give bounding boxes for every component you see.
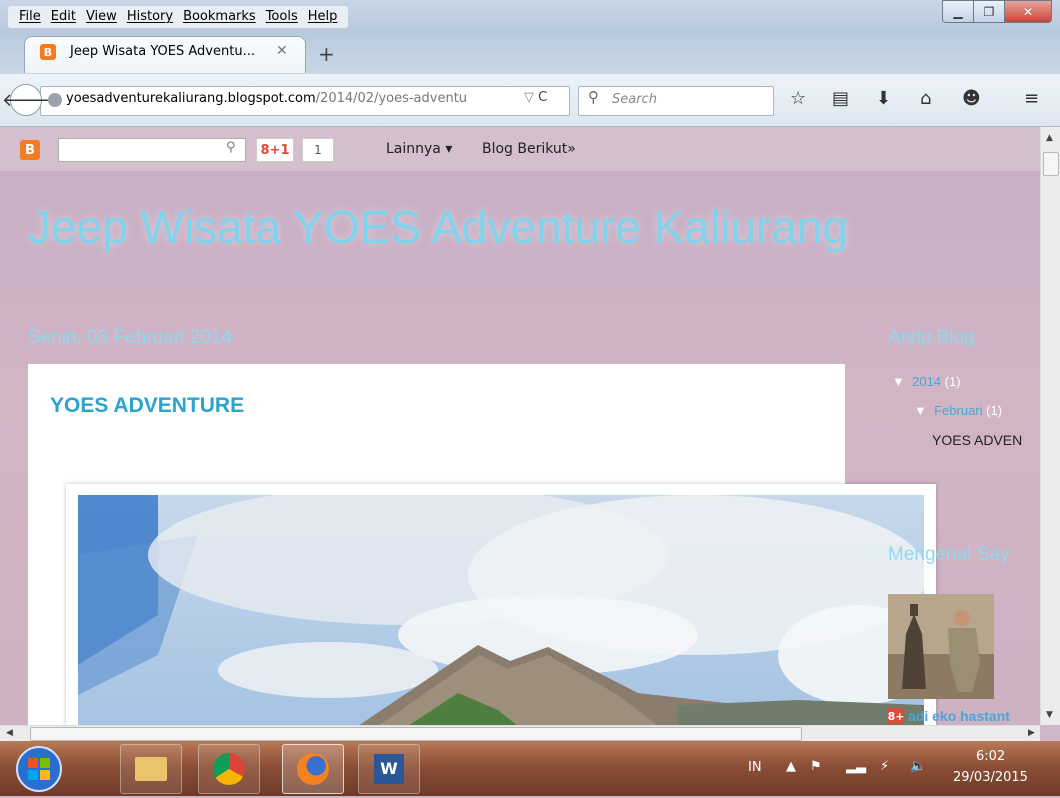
menu-file[interactable]: File bbox=[14, 6, 46, 28]
scroll-down-arrow-icon[interactable]: ▼ bbox=[1046, 710, 1053, 720]
close-window-button[interactable]: ✕ bbox=[1004, 0, 1052, 23]
next-blog-link[interactable]: Blog Berikut» bbox=[482, 141, 576, 157]
downloads-icon[interactable]: ⬇ bbox=[876, 88, 891, 109]
more-menu-link[interactable]: Lainnya ▾ bbox=[386, 141, 452, 157]
gplus-button[interactable]: 8+1 bbox=[256, 138, 294, 162]
blog-search-input[interactable] bbox=[58, 138, 246, 162]
new-tab-button[interactable]: + bbox=[318, 42, 335, 66]
profile-name-link[interactable]: adi eko hastant bbox=[888, 708, 1010, 724]
scroll-left-arrow-icon[interactable]: ◀ bbox=[6, 728, 13, 738]
maximize-button[interactable]: ❐ bbox=[973, 0, 1005, 23]
chat-icon[interactable]: ☻ bbox=[962, 88, 981, 109]
reading-list-icon[interactable]: ▤ bbox=[832, 88, 849, 109]
input-language[interactable]: IN bbox=[748, 760, 762, 775]
scroll-up-arrow-icon[interactable]: ▲ bbox=[1046, 133, 1053, 143]
profile-avatar[interactable] bbox=[888, 594, 994, 699]
taskbar-firefox[interactable] bbox=[282, 744, 344, 794]
action-center-flag-icon[interactable]: ⚑ bbox=[810, 759, 822, 774]
taskbar-chrome[interactable] bbox=[198, 744, 260, 794]
vertical-scroll-thumb[interactable] bbox=[1043, 152, 1059, 176]
mountain-photo[interactable] bbox=[78, 495, 924, 726]
menu-history[interactable]: History bbox=[122, 6, 178, 28]
blog-title[interactable]: Jeep Wisata YOES Adventure Kaliurang bbox=[28, 200, 848, 254]
show-hidden-icons-icon[interactable]: ▲ bbox=[786, 759, 796, 774]
menu-help[interactable]: Help bbox=[303, 6, 343, 28]
minimize-icon: ▁ bbox=[953, 4, 963, 19]
start-button[interactable] bbox=[8, 744, 70, 794]
chrome-icon bbox=[213, 753, 245, 785]
clock-date[interactable]: 29/03/2015 bbox=[953, 770, 1028, 785]
power-icon[interactable]: ⚡ bbox=[880, 759, 889, 774]
post-title[interactable]: YOES ADVENTURE bbox=[50, 394, 244, 418]
word-icon: W bbox=[374, 754, 404, 784]
gplus-profile-icon[interactable]: 8+ bbox=[888, 708, 904, 724]
search-icon: ⚲ bbox=[588, 88, 599, 106]
menu-bar: File Edit View History Bookmarks Tools H… bbox=[8, 6, 349, 28]
firefox-icon bbox=[297, 753, 329, 785]
menu-view[interactable]: View bbox=[81, 6, 122, 28]
post-date: Senin, 03 Februari 2014 bbox=[28, 327, 232, 348]
dropdown-arrow-icon[interactable]: ▽ bbox=[524, 90, 534, 105]
menu-edit[interactable]: Edit bbox=[46, 6, 81, 28]
menu-bookmarks[interactable]: Bookmarks bbox=[178, 6, 261, 28]
taskbar-explorer[interactable] bbox=[120, 744, 182, 794]
scroll-right-arrow-icon[interactable]: ▶ bbox=[1028, 728, 1035, 738]
bookmark-star-icon[interactable]: ☆ bbox=[790, 88, 806, 109]
tab-title: Jeep Wisata YOES Adventu... bbox=[70, 44, 255, 59]
volume-icon[interactable]: 🔈 bbox=[910, 759, 926, 774]
archive-heading: Arsip Blog bbox=[888, 327, 975, 348]
reload-icon[interactable]: C bbox=[538, 90, 547, 105]
blogger-logo-icon[interactable]: B bbox=[20, 140, 40, 160]
horizontal-scroll-thumb[interactable] bbox=[30, 727, 802, 741]
archive-year[interactable]: ▼ 2014 (1) bbox=[892, 374, 961, 389]
expand-triangle-icon[interactable]: ▼ bbox=[914, 403, 927, 418]
url-controls: ▽ C bbox=[524, 90, 547, 105]
menu-hamburger-icon[interactable]: ≡ bbox=[1024, 88, 1039, 109]
archive-post-link[interactable]: YOES ADVEN bbox=[932, 432, 1022, 448]
tab-close-button[interactable]: ✕ bbox=[276, 43, 288, 59]
url-text: yoesadventurekaliurang.blogspot.com/2014… bbox=[66, 91, 468, 106]
minimize-button[interactable]: ▁ bbox=[942, 0, 974, 23]
search-input[interactable] bbox=[578, 86, 774, 116]
menu-tools[interactable]: Tools bbox=[261, 6, 303, 28]
gplus-count: 1 bbox=[302, 138, 334, 162]
blog-search-icon[interactable]: ⚲ bbox=[226, 140, 236, 155]
site-identity-icon[interactable] bbox=[48, 93, 62, 107]
search-placeholder: Search bbox=[612, 92, 657, 107]
blogger-favicon-icon: B bbox=[40, 44, 56, 60]
window-controls: ▁ ❐ ✕ bbox=[942, 0, 1052, 23]
back-button[interactable]: 🡐 bbox=[2, 84, 50, 116]
vertical-scrollbar[interactable] bbox=[1040, 127, 1060, 725]
maximize-icon: ❐ bbox=[983, 4, 995, 19]
home-icon[interactable]: ⌂ bbox=[920, 88, 931, 109]
taskbar-word[interactable]: W bbox=[358, 744, 420, 794]
close-icon: ✕ bbox=[1022, 4, 1034, 19]
back-arrow-icon: 🡐 bbox=[1, 89, 51, 111]
archive-month[interactable]: ▼ Februari (1) bbox=[914, 403, 1002, 418]
profile-heading: Mengenal Say bbox=[888, 544, 1010, 565]
expand-triangle-icon[interactable]: ▼ bbox=[892, 374, 905, 389]
signal-strength-icon[interactable]: ▂▃ bbox=[846, 759, 866, 774]
folder-icon bbox=[135, 757, 167, 781]
clock-time[interactable]: 6:02 bbox=[976, 749, 1005, 764]
